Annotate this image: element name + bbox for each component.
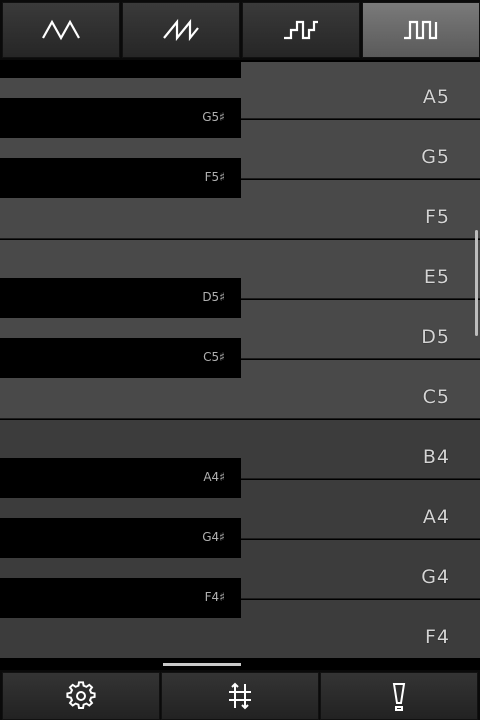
- metronome-icon: [392, 683, 406, 711]
- black-key-label: F5♯: [204, 170, 225, 184]
- black-key-label: F4♯: [204, 590, 225, 604]
- keyboard-scrollbar[interactable]: [475, 230, 478, 336]
- black-key-g4-sharp[interactable]: G4♯: [0, 518, 241, 558]
- stepped-wave-button[interactable]: [242, 2, 360, 58]
- white-key-label: B4: [422, 446, 450, 468]
- metronome-button[interactable]: [320, 672, 478, 720]
- black-key-d5-sharp[interactable]: D5♯: [0, 278, 241, 318]
- white-key-label: G4: [421, 566, 450, 588]
- black-key-c5-sharp[interactable]: C5♯: [0, 338, 241, 378]
- sawtooth-wave-button[interactable]: [122, 2, 240, 58]
- black-key-top-cap[interactable]: [0, 62, 241, 78]
- triangle-wave-icon: [42, 19, 80, 41]
- gear-icon: [66, 681, 96, 709]
- black-key-label: C5♯: [203, 350, 225, 364]
- square-wave-icon: [404, 20, 438, 40]
- white-key-label: A5: [422, 86, 450, 108]
- bottom-toolbar: [0, 670, 480, 720]
- sawtooth-wave-icon: [163, 18, 199, 42]
- piano-keyboard: A5 G5 F5 E5 D5 C5 B4 A4 G4 F4 G5♯ F5♯ D5♯ C5♯ A4♯ G4♯ F4…: [0, 62, 480, 658]
- white-key-label: F5: [424, 206, 450, 228]
- black-key-label: D5♯: [202, 290, 225, 304]
- stepped-wave-icon: [284, 20, 318, 40]
- white-key-label: E5: [423, 266, 450, 288]
- sliders-icon: [229, 682, 251, 710]
- tuning-button[interactable]: [161, 672, 319, 720]
- white-key-label: G5: [421, 146, 450, 168]
- settings-button[interactable]: [2, 672, 160, 720]
- black-key-a4-sharp[interactable]: A4♯: [0, 458, 241, 498]
- waveform-bar: [0, 0, 480, 60]
- black-key-f4-sharp[interactable]: F4♯: [0, 578, 241, 618]
- black-key-f5-sharp[interactable]: F5♯: [0, 158, 241, 198]
- black-key-label: A4♯: [203, 470, 225, 484]
- white-key-label: D5: [421, 326, 450, 348]
- black-key-g5-sharp[interactable]: G5♯: [0, 98, 241, 138]
- white-key-label: A4: [422, 506, 450, 528]
- black-key-label: G4♯: [202, 530, 225, 544]
- white-key-label: C5: [422, 386, 450, 408]
- square-wave-button[interactable]: [362, 2, 480, 58]
- triangle-wave-button[interactable]: [2, 2, 120, 58]
- drawer-handle[interactable]: [163, 663, 241, 666]
- white-key-label: F4: [424, 626, 450, 648]
- black-key-label: G5♯: [202, 110, 225, 124]
